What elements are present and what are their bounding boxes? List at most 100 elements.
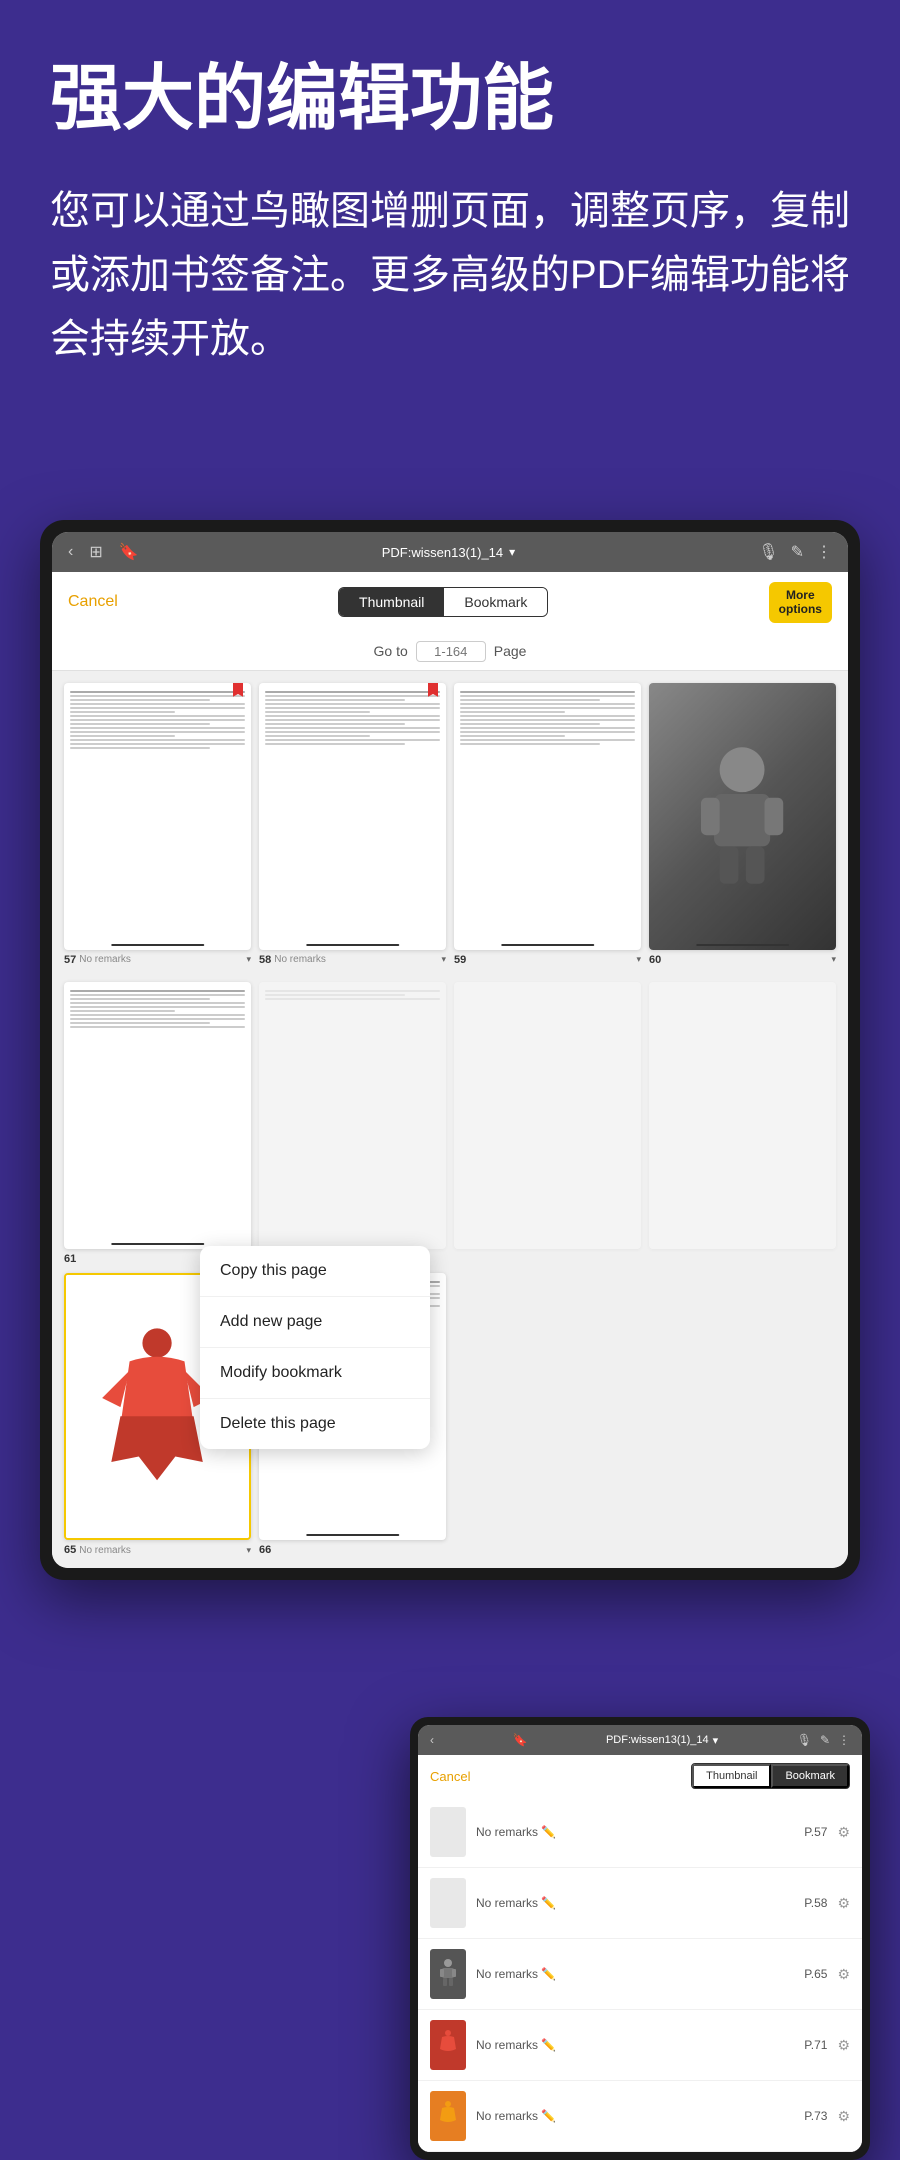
secondary-tab-bookmark[interactable]: Bookmark bbox=[771, 1764, 849, 1788]
hero-section: 强大的编辑功能 您可以通过鸟瞰图增删页面，调整页序，复制或添加书签备注。更多高级… bbox=[0, 0, 900, 401]
bookmark-info-65: No remarks ✏️ bbox=[476, 1967, 794, 1981]
chevron-down-icon-65[interactable]: ▾ bbox=[246, 1545, 251, 1556]
figure-illustration bbox=[686, 723, 798, 910]
page-remarks-57: No remarks bbox=[79, 954, 131, 965]
text-line bbox=[265, 731, 440, 733]
text-line bbox=[460, 699, 600, 701]
bookmark-row-58[interactable]: No remarks ✏️ P.58 ⚙ bbox=[418, 1868, 862, 1939]
text-line bbox=[70, 711, 175, 713]
thumb-page-60[interactable] bbox=[649, 683, 836, 950]
secondary-mic-icon[interactable]: 🎙 bbox=[797, 1733, 812, 1747]
grid-icon[interactable]: ⊞ bbox=[89, 542, 102, 562]
thumb-item-59[interactable]: 59 ▾ bbox=[454, 683, 641, 966]
secondary-back-icon[interactable]: ‹ bbox=[430, 1733, 434, 1747]
thumb-page-59[interactable] bbox=[454, 683, 641, 950]
secondary-pen-icon[interactable]: ✎ bbox=[820, 1733, 830, 1747]
more-options-button[interactable]: More options bbox=[769, 582, 832, 623]
text-line bbox=[265, 707, 440, 709]
text-line bbox=[265, 727, 440, 729]
bookmark-icon[interactable]: 🔖 bbox=[119, 542, 139, 562]
more-icon[interactable]: ⋮ bbox=[816, 542, 832, 562]
chevron-down-icon-59[interactable]: ▾ bbox=[636, 954, 641, 965]
bookmark-remarks-65: No remarks ✏️ bbox=[476, 1967, 794, 1981]
page-number-59: 59 bbox=[454, 954, 466, 966]
context-menu-modify-bookmark[interactable]: Modify bookmark bbox=[200, 1348, 430, 1399]
topbar-right: 🎙 ✎ ⋮ bbox=[758, 542, 832, 562]
tab-thumbnail[interactable]: Thumbnail bbox=[339, 588, 444, 616]
text-line bbox=[265, 723, 405, 725]
text-line bbox=[460, 703, 635, 705]
text-line bbox=[70, 723, 210, 725]
secondary-topbar-center: PDF:wissen13(1)_14 ▾ bbox=[606, 1734, 718, 1747]
thumbnail-grid-row3: 65 No remarks ▾ bbox=[52, 1269, 848, 1568]
bookmark-settings-71[interactable]: ⚙ bbox=[837, 2037, 850, 2054]
context-menu-add-page[interactable]: Add new page bbox=[200, 1297, 430, 1348]
text-line bbox=[70, 990, 245, 992]
bookmark-settings-73[interactable]: ⚙ bbox=[837, 2108, 850, 2125]
filename-dropdown-icon[interactable]: ▾ bbox=[509, 545, 515, 559]
secondary-cancel-button[interactable]: Cancel bbox=[430, 1769, 470, 1784]
thumb-page-61[interactable] bbox=[64, 982, 251, 1249]
secondary-tab-thumbnail[interactable]: Thumbnail bbox=[692, 1764, 771, 1788]
text-line bbox=[460, 719, 635, 721]
thumb-item-placeholder1 bbox=[259, 982, 446, 1265]
text-line bbox=[70, 1002, 245, 1004]
text-line bbox=[265, 994, 405, 996]
bookmark-info-73: No remarks ✏️ bbox=[476, 2109, 794, 2123]
thumb-item-61[interactable]: 61 ▾ bbox=[64, 982, 251, 1265]
chevron-down-icon-60[interactable]: ▾ bbox=[831, 954, 836, 965]
secondary-dropdown-icon[interactable]: ▾ bbox=[713, 1734, 719, 1747]
panel-controls: Cancel Thumbnail Bookmark More options bbox=[52, 572, 848, 633]
bookmark-row-71[interactable]: No remarks ✏️ P.71 ⚙ bbox=[418, 2010, 862, 2081]
page-range-input[interactable] bbox=[416, 641, 486, 662]
thumb-item-58[interactable]: 58 No remarks ▾ bbox=[259, 683, 446, 966]
bookmark-settings-65[interactable]: ⚙ bbox=[837, 1966, 850, 1983]
bookmark-page-57: P.57 bbox=[804, 1825, 827, 1839]
tab-bookmark[interactable]: Bookmark bbox=[444, 588, 547, 616]
secondary-more-icon[interactable]: ⋮ bbox=[838, 1733, 850, 1747]
text-line bbox=[70, 1026, 245, 1028]
page-number-60: 60 bbox=[649, 954, 661, 966]
thumb-item-placeholder2 bbox=[454, 982, 641, 1265]
text-line bbox=[265, 735, 370, 737]
device-container: ‹ ⊞ 🔖 PDF:wissen13(1)_14 ▾ 🎙 ✎ ⋮ Cancel bbox=[40, 520, 860, 1580]
text-line bbox=[70, 731, 245, 733]
text-line bbox=[70, 739, 245, 741]
pen-icon[interactable]: ✎ bbox=[791, 542, 804, 562]
page-navigation: Go to Page bbox=[52, 633, 848, 671]
bookmark-row-57[interactable]: No remarks ✏️ P.57 ⚙ bbox=[418, 1797, 862, 1868]
secondary-bookmark-icon[interactable]: 🔖 bbox=[513, 1733, 528, 1747]
bookmark-row-65[interactable]: No remarks ✏️ P.65 ⚙ bbox=[418, 1939, 862, 2010]
thumb-label-66: 66 bbox=[259, 1544, 446, 1556]
chevron-down-icon-58[interactable]: ▾ bbox=[441, 954, 446, 965]
bookmark-settings-57[interactable]: ⚙ bbox=[837, 1824, 850, 1841]
text-line bbox=[460, 723, 600, 725]
bookmark-info-71: No remarks ✏️ bbox=[476, 2038, 794, 2052]
thumb-page-57[interactable] bbox=[64, 683, 251, 950]
context-menu-delete-page[interactable]: Delete this page bbox=[200, 1399, 430, 1449]
thumb-item-60[interactable]: 60 ▾ bbox=[649, 683, 836, 966]
bookmark-remarks-58: No remarks ✏️ bbox=[476, 1896, 794, 1910]
secondary-controls: Cancel Thumbnail Bookmark bbox=[418, 1755, 862, 1797]
page-number-61: 61 bbox=[64, 1253, 76, 1265]
text-line bbox=[70, 747, 210, 749]
bookmark-row-73[interactable]: No remarks ✏️ P.73 ⚙ bbox=[418, 2081, 862, 2152]
context-menu-copy-page[interactable]: Copy this page bbox=[200, 1246, 430, 1297]
thumb-item-57[interactable]: 57 No remarks ▾ bbox=[64, 683, 251, 966]
chevron-down-icon[interactable]: ▾ bbox=[246, 954, 251, 965]
thumb-item-empty2 bbox=[649, 1273, 836, 1556]
text-line bbox=[70, 1018, 245, 1020]
thumb-label-60: 60 ▾ bbox=[649, 954, 836, 966]
text-line bbox=[70, 1022, 210, 1024]
mic-icon[interactable]: 🎙 bbox=[758, 542, 778, 562]
thumbnail-grid-row1: 57 No remarks ▾ bbox=[52, 671, 848, 978]
back-icon[interactable]: ‹ bbox=[68, 543, 73, 561]
bookmark-remarks-71: No remarks ✏️ bbox=[476, 2038, 794, 2052]
text-line bbox=[460, 739, 635, 741]
secondary-tab-group: Thumbnail Bookmark bbox=[691, 1763, 850, 1789]
text-line bbox=[70, 998, 210, 1000]
thumb-page-58[interactable] bbox=[259, 683, 446, 950]
bookmark-settings-58[interactable]: ⚙ bbox=[837, 1895, 850, 1912]
cancel-button[interactable]: Cancel bbox=[68, 593, 118, 611]
text-line bbox=[70, 743, 245, 745]
